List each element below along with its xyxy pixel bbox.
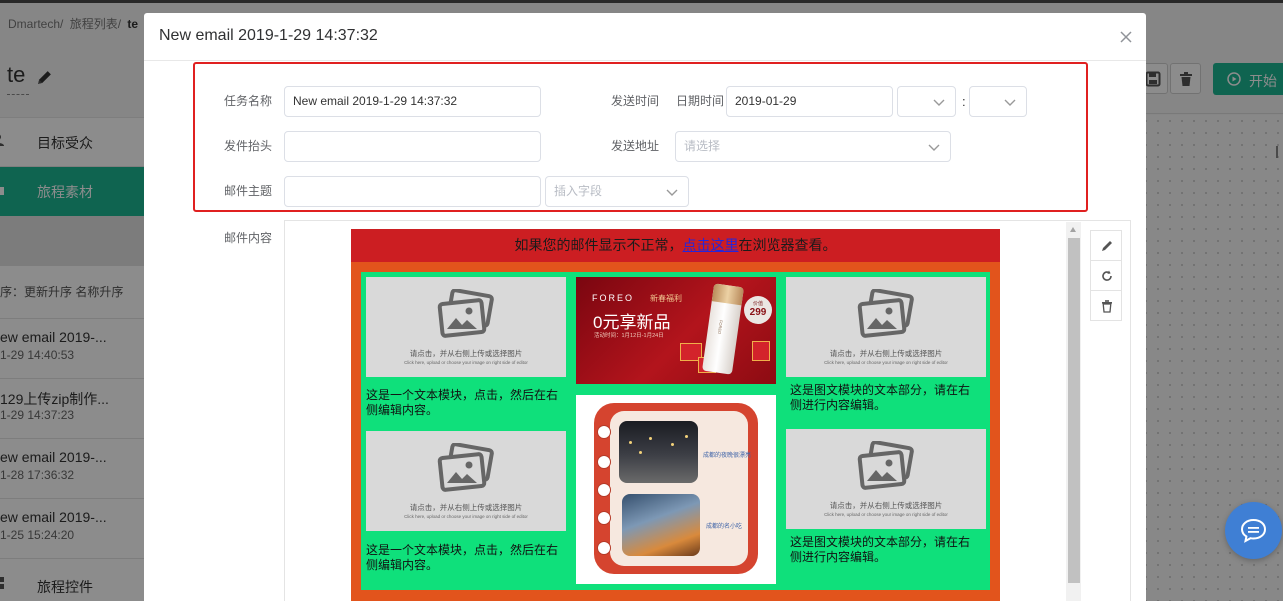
image-placeholder[interactable]: 请点击，并从右侧上传或选择图片 Click here, upload or ch… [786, 429, 986, 529]
placeholder-subtext: Click here, upload or choose your image … [824, 512, 948, 517]
notice-suffix: 在浏览器查看。 [738, 237, 837, 253]
editor-toolbar [1090, 230, 1122, 321]
image-placeholder[interactable]: 请点击，并从右侧上传或选择图片 Click here, upload or ch… [366, 277, 566, 377]
chevron-down-icon [1004, 99, 1016, 106]
image-placeholder[interactable]: 请点击，并从右侧上传或选择图片 Click here, upload or ch… [786, 277, 986, 377]
image-text-block[interactable]: 这是图文模块的文本部分，请在右侧进行内容编辑。 [786, 383, 986, 413]
notice-prefix: 如果您的邮件显示不正常， [514, 237, 683, 253]
night-street-photo [619, 421, 698, 483]
subject-input[interactable] [284, 176, 541, 207]
time-separator: : [962, 94, 966, 109]
placeholder-text: 请点击，并从右侧上传或选择图片 [409, 349, 523, 358]
minute-select[interactable] [969, 86, 1027, 117]
task-name-input[interactable]: New email 2019-1-29 14:37:32 [284, 86, 541, 117]
tube-cap [711, 283, 744, 306]
banner-headline: 0元享新品 [593, 313, 671, 332]
banner-period: 活动时间：1月12日-1月24日 [594, 333, 664, 339]
promo-banner-image[interactable]: FOREO 新春福利 0元享新品 活动时间：1月12日-1月24日 FOREO … [576, 277, 776, 384]
image-placeholder-icon [857, 289, 914, 338]
date-value: 2019-01-29 [735, 94, 797, 108]
photo-caption: 成都的名小吃 [706, 524, 743, 530]
chevron-down-icon [928, 144, 940, 151]
address-placeholder: 请选择 [684, 139, 721, 153]
placeholder-subtext: Click here, upload or choose your image … [824, 360, 948, 365]
browser-view-notice[interactable]: 如果您的邮件显示不正常，点击这里在浏览器查看。 [351, 229, 1000, 262]
tube-brand: FOREO [716, 319, 724, 335]
notebook-image[interactable]: 成都的夜晚很漂亮 成都的名小吃 [576, 395, 776, 584]
image-placeholder-icon [437, 443, 494, 492]
address-label: 发送地址 [611, 139, 660, 153]
email-body-border: 请点击，并从右侧上传或选择图片 Click here, upload or ch… [351, 262, 1000, 601]
hour-select[interactable] [897, 86, 956, 117]
email-body: 请点击，并从右侧上传或选择图片 Click here, upload or ch… [361, 272, 990, 590]
notebook-ring [598, 426, 610, 438]
notebook-ring [598, 484, 610, 496]
send-time-label: 发送时间 [611, 94, 660, 108]
image-text-block[interactable]: 这是图文模块的文本部分，请在右侧进行内容编辑。 [786, 535, 986, 565]
placeholder-subtext: Click here, upload or choose your image … [404, 360, 528, 365]
price-value: 299 [749, 307, 767, 318]
price-badge: 价值 299 [744, 296, 772, 324]
task-name-value: New email 2019-1-29 14:37:32 [293, 94, 458, 108]
trash-icon [1102, 300, 1112, 313]
product-tube-graphic: FOREO [702, 283, 744, 375]
placeholder-subtext: Click here, upload or choose your image … [404, 514, 528, 519]
placeholder-text: 请点击，并从右侧上传或选择图片 [409, 503, 523, 512]
gift-box-graphic [752, 341, 770, 361]
delete-block-button[interactable] [1090, 290, 1122, 321]
refresh-icon [1102, 270, 1112, 281]
chat-support-button[interactable] [1225, 502, 1282, 559]
reset-block-button[interactable] [1090, 260, 1122, 291]
view-in-browser-link[interactable]: 点击这里 [683, 237, 739, 253]
sender-label: 发件抬头 [224, 139, 273, 153]
subject-label: 邮件主题 [224, 184, 273, 198]
email-editor[interactable]: 如果您的邮件显示不正常，点击这里在浏览器查看。 请点击，并从右侧上传或选择图片 … [284, 220, 1131, 601]
editor-scrollbar[interactable] [1066, 222, 1081, 601]
image-placeholder[interactable]: 请点击，并从右侧上传或选择图片 Click here, upload or ch… [366, 431, 566, 531]
close-icon[interactable] [1120, 31, 1132, 43]
placeholder-text: 请点击，并从右侧上传或选择图片 [829, 349, 943, 358]
text-block[interactable]: 这是一个文本模块，点击，然后在右侧编辑内容。 [366, 543, 566, 573]
notebook-ring [598, 456, 610, 468]
content-label: 邮件内容 [224, 231, 273, 245]
new-email-dialog: New email 2019-1-29 14:37:32 任务名称 New em… [144, 13, 1146, 601]
text-block[interactable]: 这是一个文本模块，点击，然后在右侧编辑内容。 [366, 388, 566, 418]
scrollbar-thumb[interactable] [1068, 238, 1080, 583]
address-select[interactable]: 请选择 [675, 131, 951, 162]
placeholder-text: 请点击，并从右侧上传或选择图片 [829, 501, 943, 510]
image-placeholder-icon [857, 441, 914, 490]
date-input[interactable]: 2019-01-29 [726, 86, 893, 117]
notebook-ring [598, 542, 610, 554]
dialog-header-divider [144, 60, 1146, 61]
chevron-down-icon [933, 99, 945, 106]
banner-tag: 新春福利 [650, 294, 682, 303]
banner-brand: FOREO [592, 293, 635, 303]
street-food-photo [622, 494, 700, 556]
dialog-title: New email 2019-1-29 14:37:32 [159, 27, 378, 44]
datetime-label: 日期时间 [676, 94, 725, 108]
sender-input[interactable] [284, 131, 541, 162]
email-preview: 如果您的邮件显示不正常，点击这里在浏览器查看。 请点击，并从右侧上传或选择图片 … [351, 229, 1000, 601]
chat-bubble-icon [1240, 518, 1267, 543]
edit-block-button[interactable] [1090, 230, 1122, 261]
price-label: 价值 [752, 301, 763, 307]
notebook-ring [598, 512, 610, 524]
pencil-icon [1102, 241, 1112, 251]
insert-field-select[interactable]: 插入字段 [545, 176, 689, 207]
scroll-up-arrow[interactable] [1070, 227, 1076, 232]
insert-field-placeholder: 插入字段 [554, 184, 603, 198]
photo-caption: 成都的夜晚很漂亮 [703, 453, 752, 459]
task-name-label: 任务名称 [224, 94, 273, 108]
image-placeholder-icon [437, 289, 494, 338]
chevron-down-icon [666, 189, 678, 196]
